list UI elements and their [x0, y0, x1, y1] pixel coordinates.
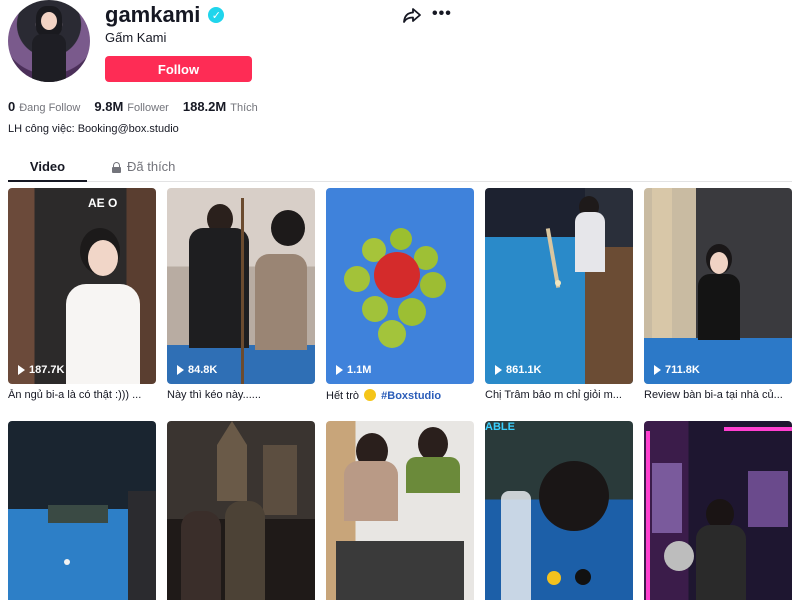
video-card[interactable]: ABLE	[485, 421, 633, 600]
video-thumbnail[interactable]: AE O 187.7K	[8, 188, 156, 384]
video-card[interactable]	[326, 421, 474, 600]
avatar[interactable]	[8, 0, 90, 82]
video-card[interactable]: 861.1K Chị Trâm bảo m chỉ giỏi m...	[485, 188, 633, 401]
video-card[interactable]: 711.8K Review bàn bi-a tại nhà củ...	[644, 188, 792, 401]
video-card[interactable]: 84.8K Này thì kéo này......	[167, 188, 315, 401]
video-thumbnail[interactable]	[8, 421, 156, 600]
view-count: 187.7K	[18, 364, 64, 376]
bio: LH công việc: Booking@box.studio	[8, 123, 179, 135]
view-count: 84.8K	[177, 364, 217, 376]
laughing-emoji-icon	[364, 389, 377, 401]
video-thumbnail[interactable]	[326, 421, 474, 600]
verified-badge-icon: ✓	[208, 7, 225, 23]
video-thumbnail[interactable]: 711.8K	[644, 188, 792, 384]
lock-icon	[112, 161, 121, 173]
stat-value: 9.8M	[94, 99, 124, 114]
stat-label: Đang Follow	[19, 102, 81, 114]
video-thumbnail[interactable]: 1.1M	[326, 188, 474, 384]
stat-value: 188.2M	[182, 99, 227, 114]
video-thumbnail[interactable]	[644, 421, 792, 600]
share-icon[interactable]	[402, 5, 422, 25]
more-icon[interactable]: •••	[432, 4, 452, 24]
video-caption: Ăn ngủ bi-a là có thật :))) ...	[8, 389, 142, 401]
play-icon	[336, 365, 343, 375]
video-card[interactable]: 1.1M Hết trò #Boxstudio	[326, 188, 474, 402]
video-caption: Này thì kéo này......	[167, 389, 261, 401]
stat-followers[interactable]: 9.8M Follower	[94, 99, 168, 114]
video-card[interactable]	[8, 421, 156, 600]
tab-liked[interactable]: Đã thích	[112, 152, 175, 182]
tab-video[interactable]: Video	[8, 152, 87, 182]
play-icon	[654, 365, 661, 375]
video-caption: Chị Trâm bảo m chỉ giỏi m...	[485, 389, 622, 401]
profile-stats: 0 Đang Follow 9.8M Follower 188.2M Thích	[8, 99, 258, 114]
view-count: 1.1M	[336, 364, 371, 376]
video-caption: Hết trò #Boxstudio	[326, 389, 474, 402]
play-icon	[495, 365, 502, 375]
view-count: 861.1K	[495, 364, 541, 376]
stat-label: Thích	[230, 102, 258, 114]
nickname: Gấm Kami	[105, 30, 167, 45]
view-count: 711.8K	[654, 364, 700, 376]
stat-label: Follower	[127, 102, 169, 114]
video-caption: Review bàn bi-a tại nhà củ...	[644, 389, 783, 401]
video-thumbnail[interactable]: 84.8K	[167, 188, 315, 384]
video-card[interactable]	[644, 421, 792, 600]
play-icon	[177, 365, 184, 375]
video-thumbnail[interactable]: 861.1K	[485, 188, 633, 384]
stat-likes: 188.2M Thích	[183, 99, 258, 114]
video-thumbnail[interactable]: ABLE	[485, 421, 633, 600]
video-thumbnail[interactable]	[167, 421, 315, 600]
video-card[interactable]	[167, 421, 315, 600]
profile-tabs: Video Đã thích	[8, 152, 792, 182]
stat-following[interactable]: 0 Đang Follow	[8, 99, 80, 114]
hashtag-link[interactable]: #Boxstudio	[381, 390, 441, 402]
username: gamkami	[105, 2, 201, 27]
caption-text: Hết trò	[326, 390, 360, 402]
username-row: gamkami ✓	[105, 2, 225, 28]
stat-value: 0	[8, 99, 16, 114]
video-card[interactable]: AE O 187.7K Ăn ngủ bi-a là có thật :))) …	[8, 188, 156, 401]
tab-liked-label: Đã thích	[127, 159, 176, 174]
play-icon	[18, 365, 25, 375]
follow-button[interactable]: Follow	[105, 56, 252, 82]
